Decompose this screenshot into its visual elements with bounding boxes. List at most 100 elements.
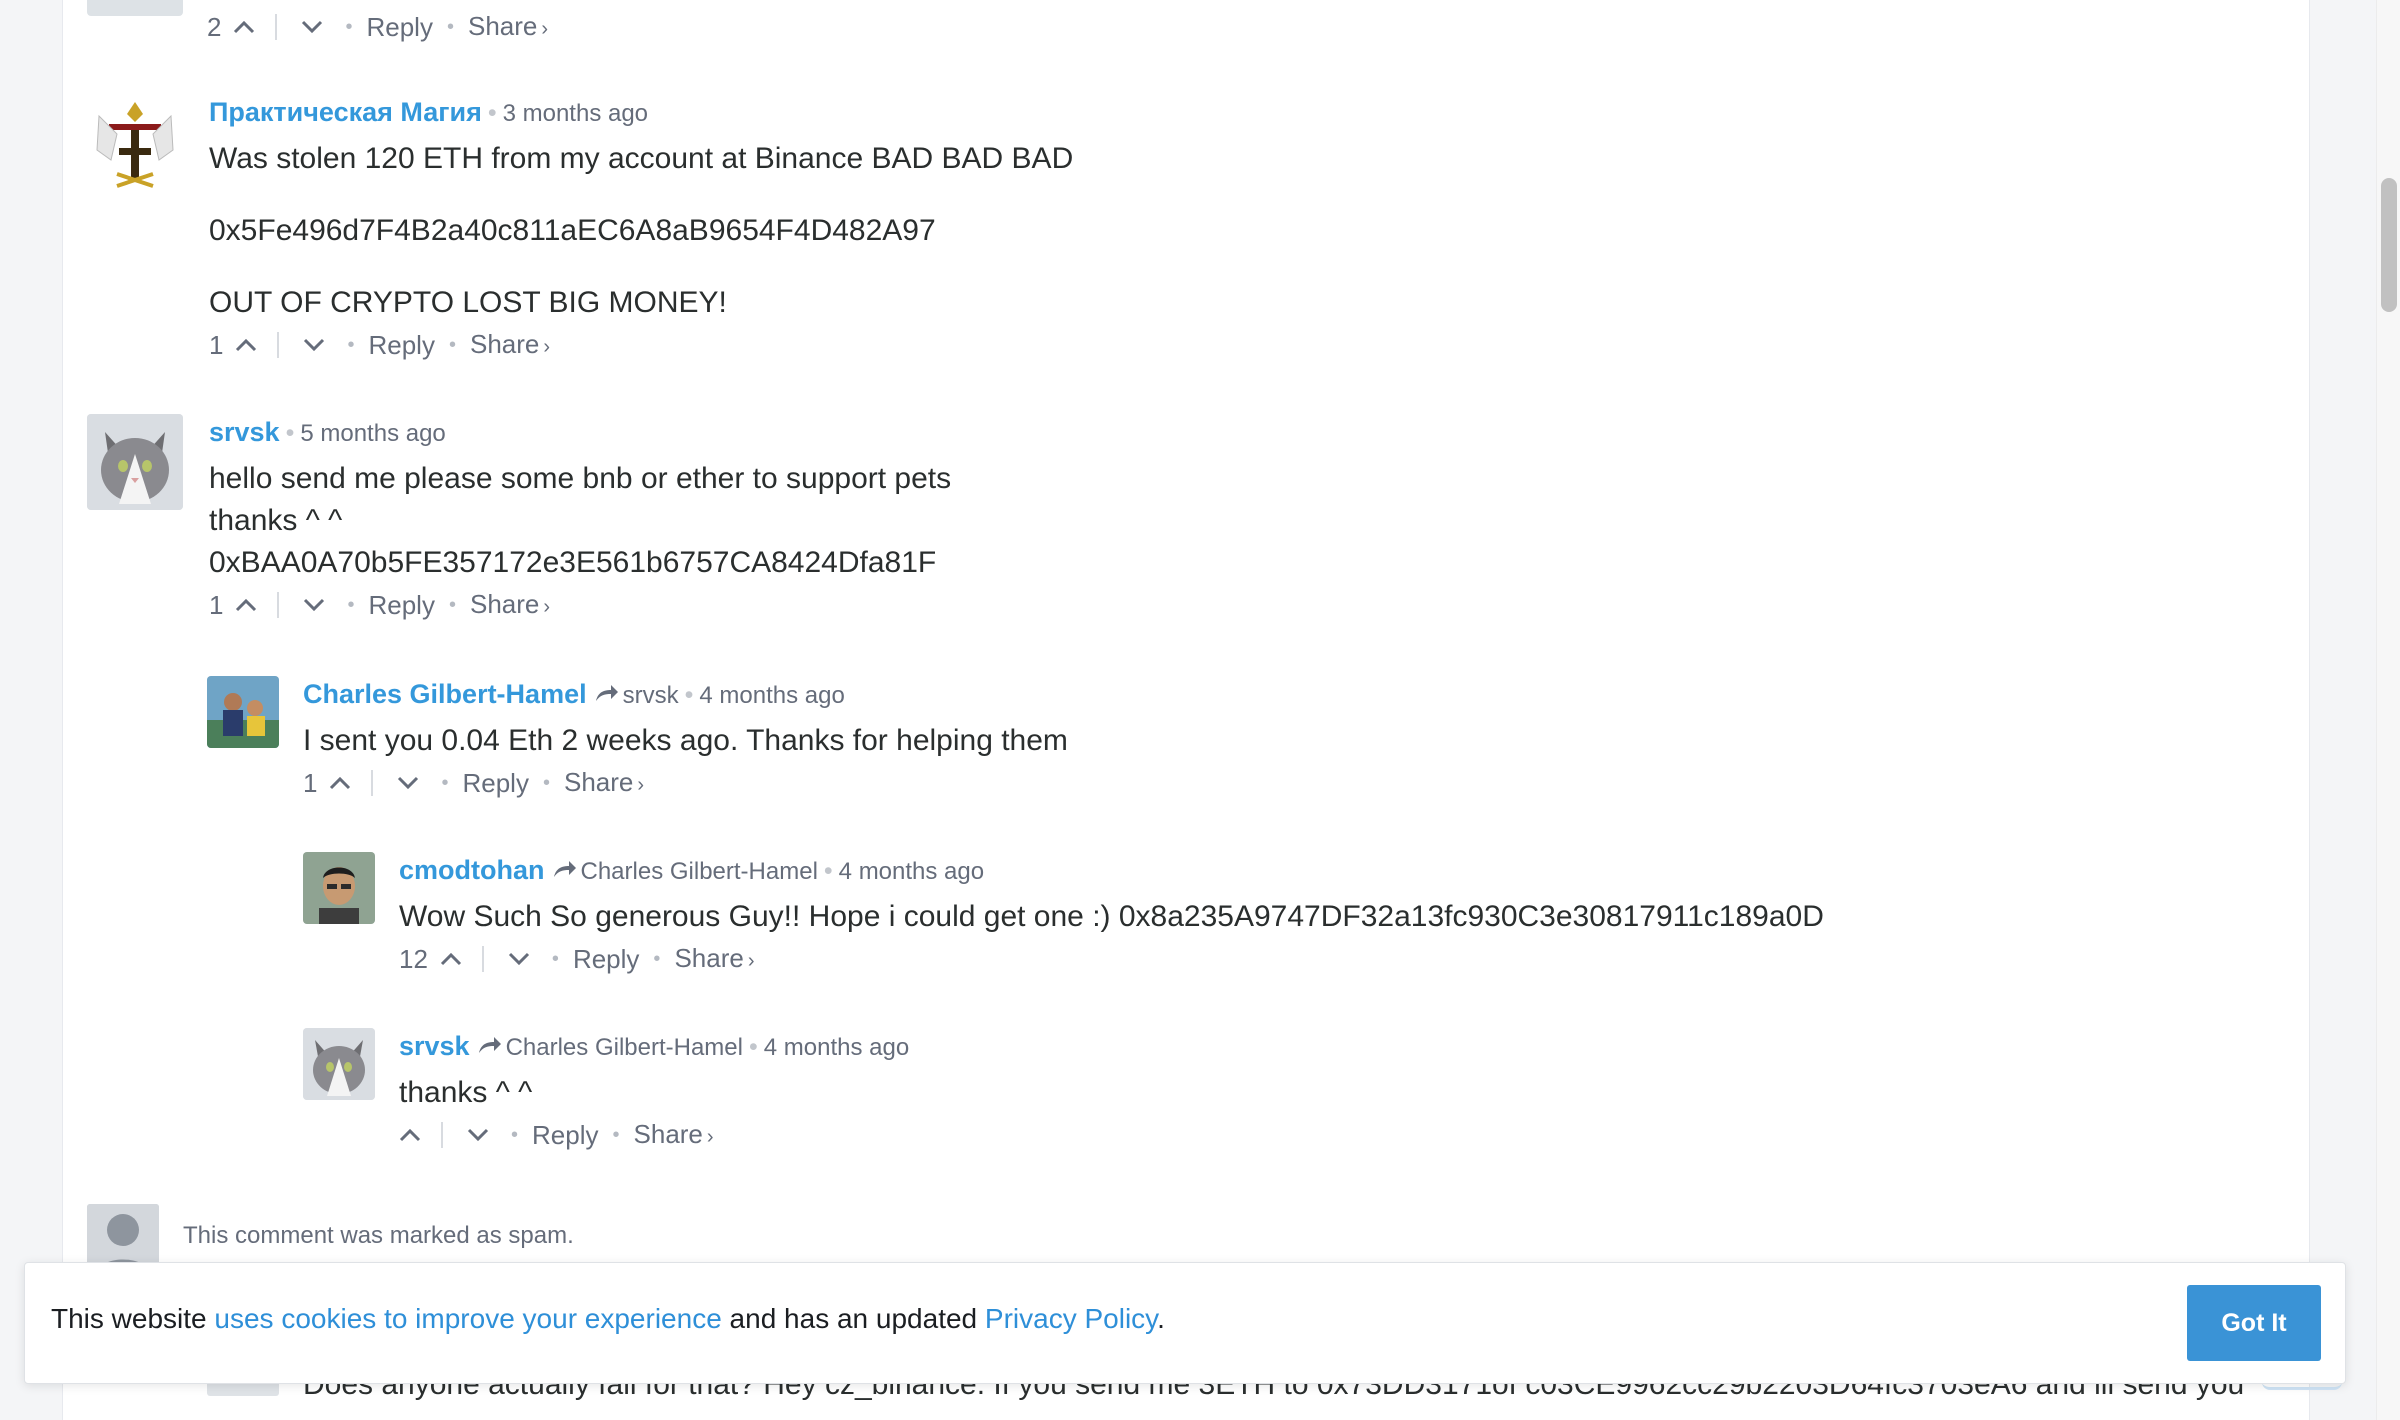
photo-avatar-icon	[303, 852, 375, 924]
comment-body: Charles Gilbert-Hamel srvsk • 4 months ago …	[303, 676, 2303, 804]
reply-arrow-icon	[553, 861, 576, 877]
meta-dot: •	[748, 1033, 758, 1061]
cat-avatar-icon	[87, 414, 183, 510]
reply-link[interactable]: Reply	[366, 6, 432, 48]
cookie-policy-link[interactable]: uses cookies to improve your experience	[214, 1303, 721, 1334]
downvote-icon[interactable]	[303, 337, 325, 353]
upvote-icon[interactable]	[233, 19, 255, 35]
message-line: Wow Such So generous Guy!! Hope i could …	[399, 900, 1824, 933]
share-chevron-icon: ›	[543, 595, 551, 618]
share-chevron-icon: ›	[541, 17, 549, 40]
scrollbar[interactable]	[2376, 0, 2400, 1420]
message-line: 0x5Fe496d7F4B2a40c811aEC6A8aB9654F4D482A…	[209, 214, 936, 247]
reply-link[interactable]: Reply	[368, 324, 434, 366]
comment-body: srvsk • 5 months ago hello send me please …	[209, 414, 2209, 626]
footer-dot: •	[542, 772, 550, 794]
comment-footer: • Reply • Share ›	[399, 1114, 2399, 1156]
share-label: Share	[469, 588, 540, 619]
share-chevron-icon: ›	[747, 949, 755, 972]
parent-author[interactable]: srvsk	[623, 682, 679, 709]
downvote-icon[interactable]	[397, 775, 419, 791]
comment-header: srvsk • 5 months ago	[209, 414, 2209, 450]
upvote-icon[interactable]	[235, 597, 257, 613]
timestamp[interactable]: 5 months ago	[300, 420, 445, 447]
share-chevron-icon: ›	[543, 335, 551, 358]
comment-partial: 2 • Reply • Share ›	[207, 6, 548, 48]
partial-avatar[interactable]	[87, 0, 183, 16]
vote-separator	[481, 946, 484, 972]
reply-link[interactable]: Reply	[368, 584, 434, 626]
avatar[interactable]	[87, 94, 183, 190]
footer-dot: •	[345, 16, 353, 38]
vote-count: 1	[209, 590, 224, 620]
vote-separator	[277, 592, 280, 618]
meta-dot: •	[684, 681, 694, 709]
vote-separator	[441, 1122, 443, 1148]
footer-dot: •	[441, 772, 449, 794]
meta-dot: •	[487, 99, 497, 127]
vote-count: 12	[399, 944, 428, 974]
avatar[interactable]	[87, 414, 183, 510]
vote-count: 1	[209, 330, 224, 360]
message-line: Was stolen 120 ETH from my account at Bi…	[209, 142, 1074, 175]
message-line: I sent you 0.04 Eth 2 weeks ago. Thanks …	[303, 724, 1068, 757]
reply-arrow-icon	[595, 685, 618, 701]
share-label: Share	[469, 328, 540, 359]
timestamp[interactable]: 4 months ago	[764, 1034, 909, 1061]
footer-dot: •	[347, 594, 355, 616]
message-line: thanks ^ ^	[399, 1076, 533, 1109]
comment-header: cmodtohan Charles Gilbert-Hamel • 4 months …	[399, 852, 2399, 888]
avatar[interactable]	[303, 1028, 375, 1100]
downvote-icon[interactable]	[303, 597, 325, 613]
comment-message: I sent you 0.04 Eth 2 weeks ago. Thanks …	[303, 720, 2303, 762]
footer-dot: •	[511, 1124, 519, 1146]
upvote-icon[interactable]	[440, 951, 462, 967]
privacy-policy-link[interactable]: Privacy Policy	[985, 1303, 1157, 1334]
author-name[interactable]: cmodtohan	[399, 855, 545, 885]
downvote-icon[interactable]	[467, 1127, 489, 1143]
author-name[interactable]: Charles Gilbert-Hamel	[303, 679, 587, 709]
got-it-button[interactable]: Got It	[2187, 1285, 2321, 1361]
parent-author[interactable]: Charles Gilbert-Hamel	[581, 858, 818, 885]
scrollbar-thumb[interactable]	[2381, 178, 2397, 312]
upvote-icon[interactable]	[329, 775, 351, 791]
author-name[interactable]: srvsk	[209, 417, 280, 447]
spam-notice: This comment was marked as spam.	[183, 1222, 574, 1249]
comment-message: thanks ^ ^	[399, 1072, 2399, 1114]
cookie-message: This website uses cookies to improve you…	[51, 1303, 1165, 1335]
share-label: Share	[467, 10, 538, 41]
reply-link[interactable]: Reply	[532, 1114, 598, 1156]
share-link[interactable]: Share ›	[470, 323, 550, 368]
share-chevron-icon: ›	[706, 1125, 714, 1148]
footer-dot: •	[446, 16, 454, 38]
share-link[interactable]: Share ›	[468, 5, 548, 50]
share-link[interactable]: Share ›	[674, 937, 754, 982]
comments-page: 2 • Reply • Share › Практическая Магия •…	[62, 0, 2310, 1420]
vote-count: 2	[207, 12, 222, 42]
share-link[interactable]: Share ›	[470, 583, 550, 628]
downvote-icon[interactable]	[508, 951, 530, 967]
comment-header: Charles Gilbert-Hamel srvsk • 4 months ago	[303, 676, 2303, 712]
message-line: 0xBAA0A70b5FE357172e3E561b6757CA8424Dfa8…	[209, 546, 937, 579]
comment-footer: 1 • Reply • Share ›	[209, 584, 2209, 626]
share-label: Share	[563, 766, 634, 797]
reply-link[interactable]: Reply	[462, 762, 528, 804]
share-link[interactable]: Share ›	[634, 1113, 714, 1158]
meta-dot: •	[823, 857, 833, 885]
upvote-icon[interactable]	[235, 337, 257, 353]
avatar[interactable]	[303, 852, 375, 924]
vote-separator	[371, 770, 374, 796]
reply-link[interactable]: Reply	[573, 938, 639, 980]
author-name[interactable]: srvsk	[399, 1031, 470, 1061]
avatar[interactable]	[207, 676, 279, 748]
downvote-icon[interactable]	[301, 19, 323, 35]
cookie-text-middle: and has an updated	[721, 1303, 985, 1334]
share-link[interactable]: Share ›	[564, 761, 644, 806]
footer-dot: •	[448, 334, 456, 356]
timestamp[interactable]: 4 months ago	[839, 858, 984, 885]
upvote-icon[interactable]	[399, 1127, 421, 1143]
timestamp[interactable]: 3 months ago	[503, 100, 648, 127]
timestamp[interactable]: 4 months ago	[699, 682, 844, 709]
author-name[interactable]: Практическая Магия	[209, 97, 482, 127]
parent-author[interactable]: Charles Gilbert-Hamel	[506, 1034, 743, 1061]
